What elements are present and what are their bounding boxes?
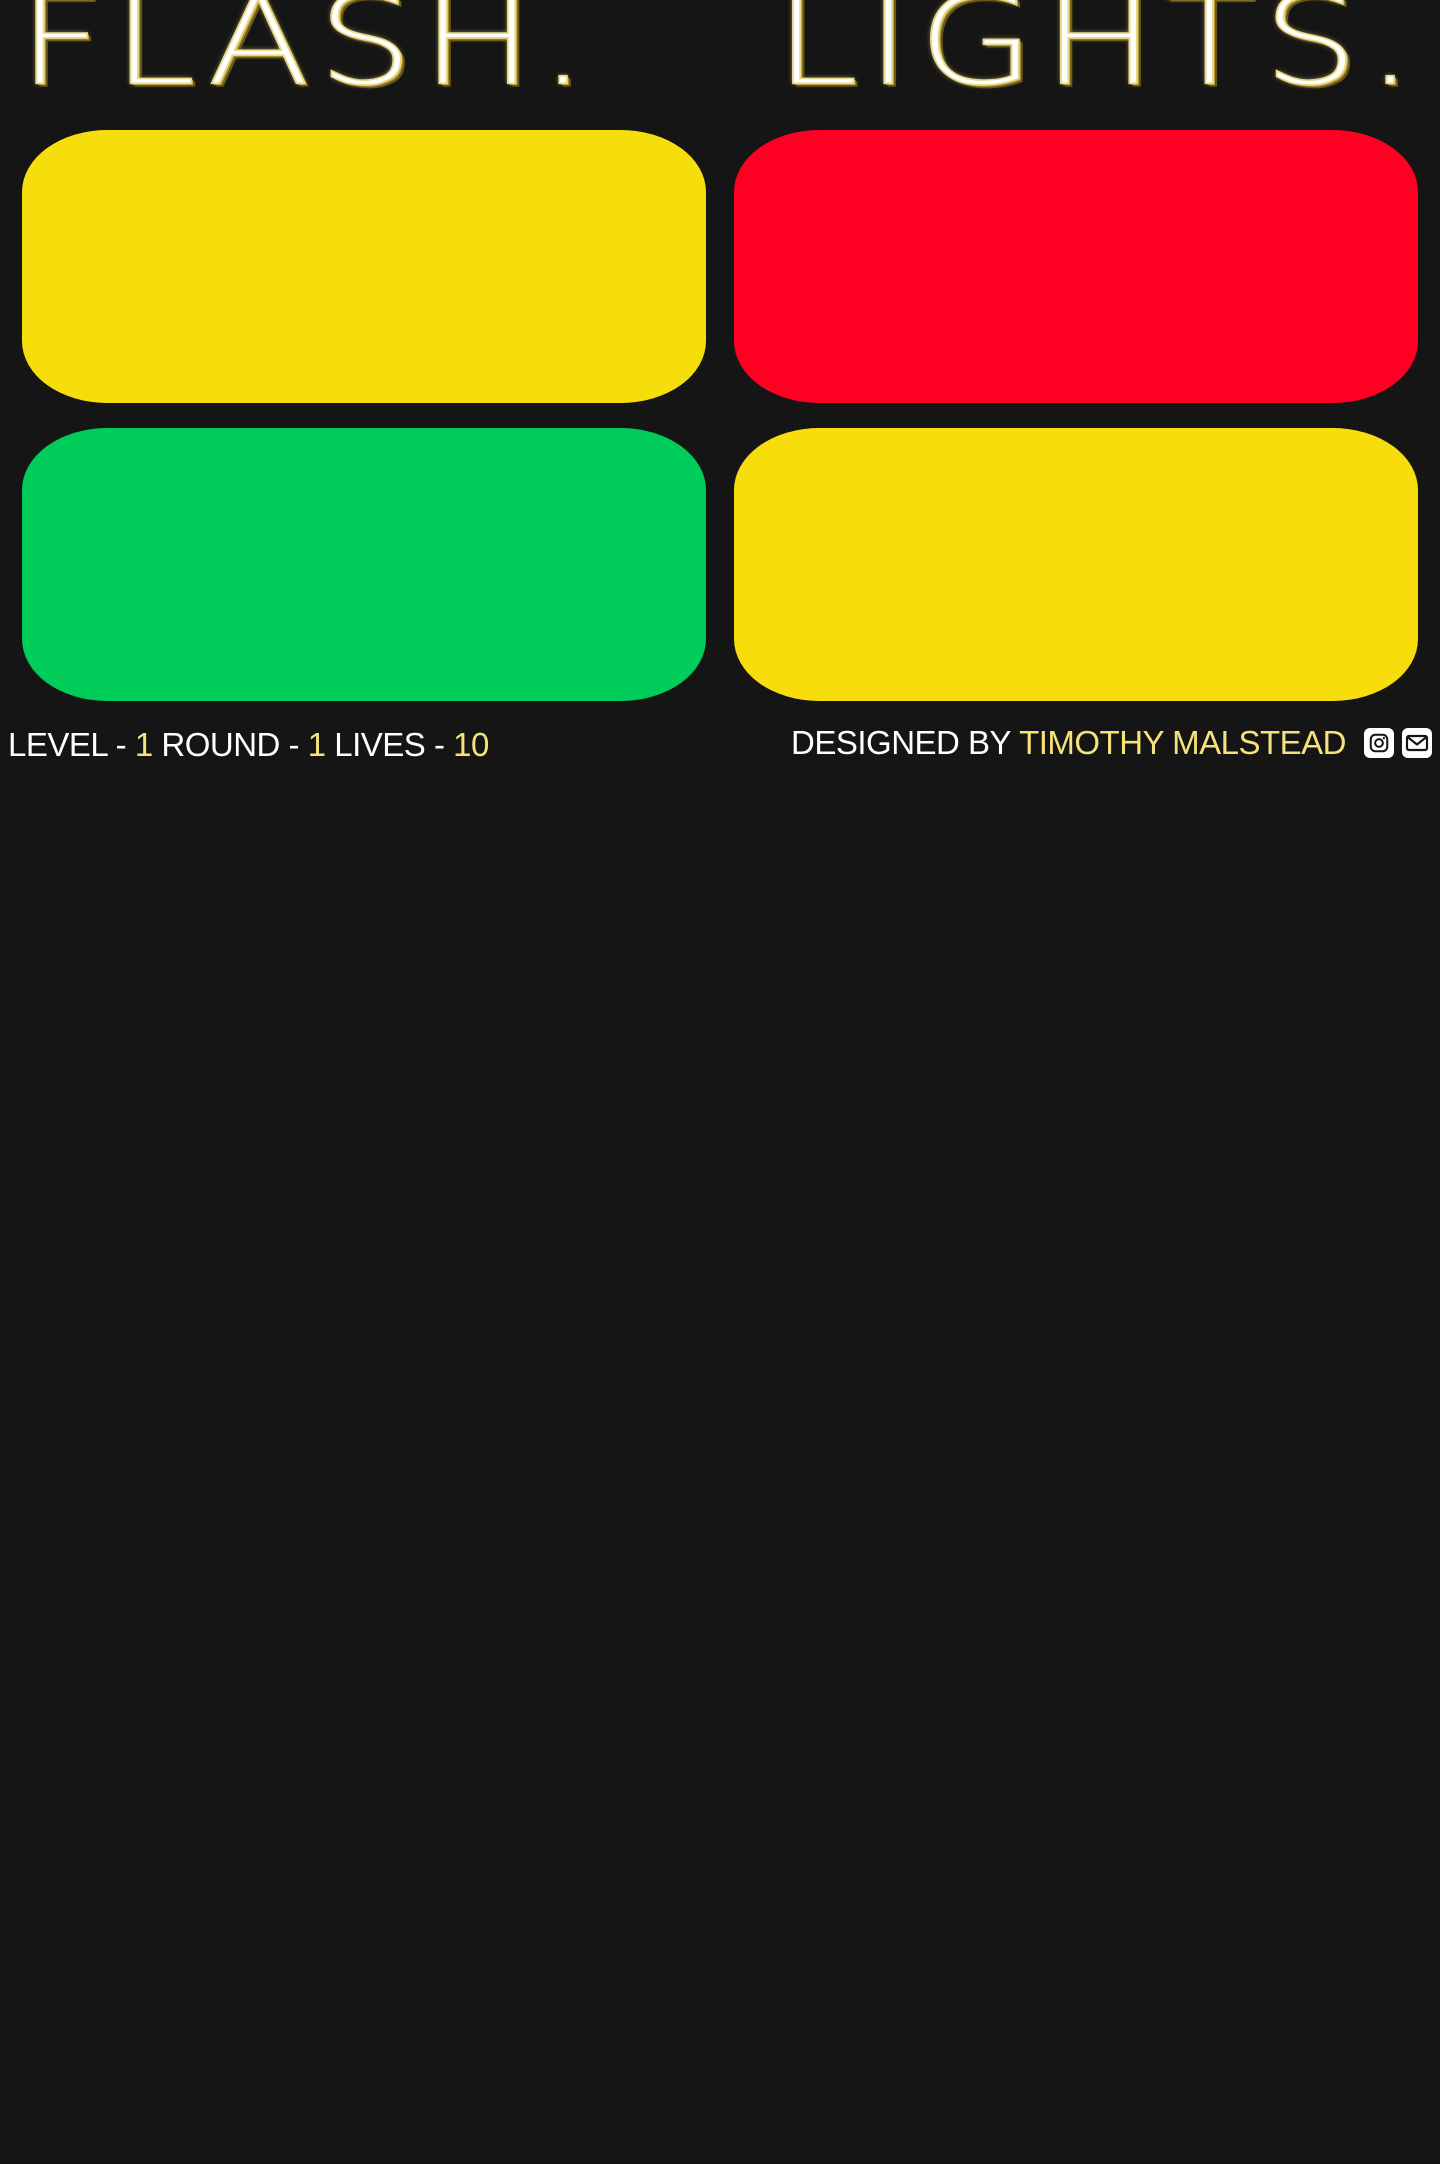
level-value: 1 xyxy=(134,726,153,763)
game-stats: LEVEL - 1 ROUND - 1 LIVES - 10 xyxy=(8,726,489,764)
title-lights: LIGHTS. xyxy=(774,0,1422,113)
light-bottom-right[interactable] xyxy=(734,428,1418,701)
mail-icon[interactable] xyxy=(1402,728,1432,758)
lives-label: LIVES - xyxy=(334,726,445,763)
status-bar: LEVEL - 1 ROUND - 1 LIVES - 10 DESIGNED … xyxy=(0,718,1440,768)
round-value: 1 xyxy=(307,726,326,763)
designed-by-label: DESIGNED BY xyxy=(791,724,1012,761)
light-top-left[interactable] xyxy=(22,130,706,403)
designer-credit: DESIGNED BY TIMOTHY MALSTEAD xyxy=(791,724,1432,762)
title-flash: FLASH. xyxy=(17,0,595,113)
light-top-right[interactable] xyxy=(734,130,1418,403)
level-label: LEVEL - xyxy=(8,726,127,763)
light-bottom-left[interactable] xyxy=(22,428,706,701)
round-label: ROUND - xyxy=(161,726,300,763)
lives-value: 10 xyxy=(453,726,489,763)
instagram-icon[interactable] xyxy=(1364,728,1394,758)
game-title: FLASH. LIGHTS. xyxy=(0,0,1440,125)
light-board xyxy=(22,130,1418,701)
designer-name: TIMOTHY MALSTEAD xyxy=(1019,724,1346,761)
